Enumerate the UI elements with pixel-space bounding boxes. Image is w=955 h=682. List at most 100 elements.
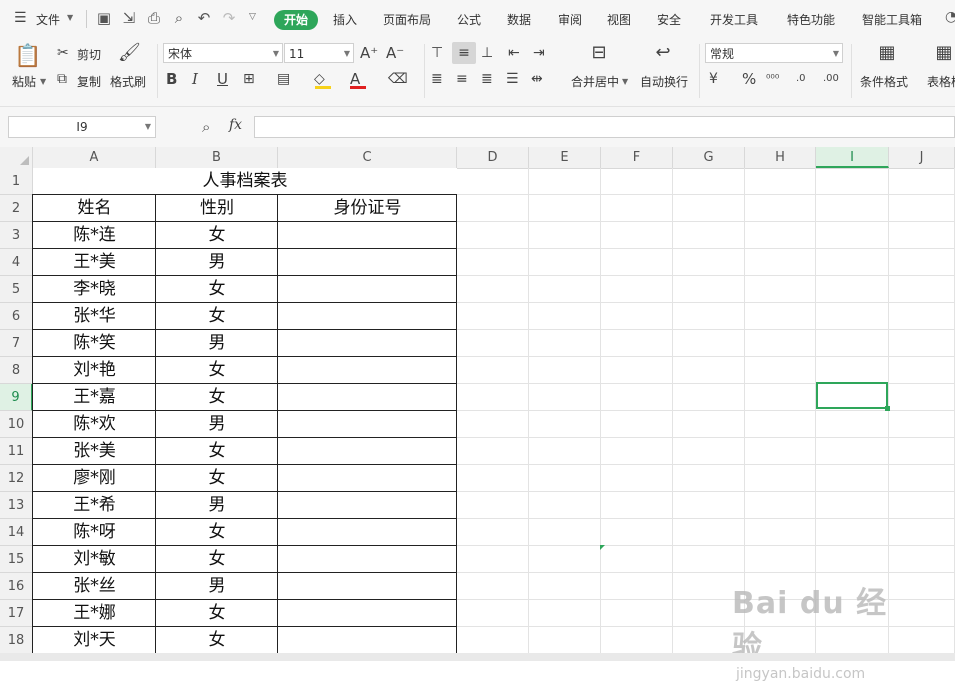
gender-cell[interactable]: 女 [156,222,278,249]
paste-dropdown-icon[interactable]: ▼ [40,77,46,86]
scissors-icon[interactable]: ✂ [57,44,69,62]
column-header-F[interactable]: F [601,147,673,168]
name-cell[interactable]: 王*美 [33,249,156,276]
align-right-icon[interactable]: ≣ [481,70,493,88]
tab-special-features[interactable]: 特色功能 [787,11,835,28]
id-number-cell[interactable] [278,411,457,438]
name-box[interactable]: I9 ▼ [8,116,156,138]
file-menu[interactable]: 文件 [36,11,60,28]
bold-button[interactable]: B [166,70,177,88]
merge-center-icon[interactable]: ⊟ [588,44,610,66]
fill-handle[interactable] [885,406,890,411]
row-header-18[interactable]: 18 [0,627,33,654]
font-size-select[interactable]: 11 ▼ [284,43,354,63]
fill-pattern-icon[interactable]: ▤ [277,70,290,88]
id-number-cell[interactable] [278,438,457,465]
format-painter-button[interactable]: 格式刷 [110,73,146,90]
id-number-cell[interactable] [278,384,457,411]
name-cell[interactable]: 李*晓 [33,276,156,303]
font-name-select[interactable]: 宋体 ▼ [163,43,283,63]
active-cell-I9[interactable] [816,382,888,409]
row-header-9[interactable]: 9 [0,384,33,411]
function-icon[interactable]: fx [229,117,242,133]
gender-cell[interactable]: 男 [156,249,278,276]
conditional-format-button[interactable]: 条件格式 [860,73,908,90]
gender-cell[interactable]: 女 [156,303,278,330]
id-number-cell[interactable] [278,546,457,573]
name-cell[interactable]: 王*希 [33,492,156,519]
column-header-G[interactable]: G [673,147,745,168]
id-number-cell[interactable] [278,303,457,330]
gender-cell[interactable]: 女 [156,384,278,411]
gender-cell[interactable]: 女 [156,357,278,384]
export-icon[interactable]: ⇲ [120,9,138,27]
name-cell[interactable]: 陈*呀 [33,519,156,546]
redo-icon[interactable]: ↷ [220,9,238,27]
row-header-16[interactable]: 16 [0,573,33,600]
column-header-D[interactable]: D [457,147,529,168]
gender-cell[interactable]: 女 [156,627,278,654]
row-header-1[interactable]: 1 [0,168,33,195]
tab-review[interactable]: 审阅 [558,11,582,28]
increase-decimal-icon[interactable]: .0 [796,70,806,88]
row-header-15[interactable]: 15 [0,546,33,573]
number-format-select[interactable]: 常规 ▼ [705,43,843,63]
currency-icon[interactable]: ¥ [709,70,718,88]
id-number-cell[interactable] [278,222,457,249]
gender-cell[interactable]: 女 [156,465,278,492]
id-number-cell[interactable] [278,465,457,492]
gender-cell[interactable]: 女 [156,276,278,303]
id-number-cell[interactable] [278,276,457,303]
increase-indent-icon[interactable]: ⇥ [533,44,545,62]
gender-cell[interactable]: 女 [156,546,278,573]
merge-center-button[interactable]: 合并居中 [571,73,619,90]
underline-button[interactable]: U [217,70,228,88]
gender-cell[interactable]: 男 [156,573,278,600]
table-header-1[interactable]: 性别 [156,195,278,222]
column-header-C[interactable]: C [278,147,457,168]
id-number-cell[interactable] [278,573,457,600]
name-cell[interactable]: 张*美 [33,438,156,465]
wrap-text-icon[interactable]: ↩ [652,44,674,66]
name-cell[interactable]: 张*丝 [33,573,156,600]
name-cell[interactable]: 王*嘉 [33,384,156,411]
table-style-icon[interactable]: ▦ [933,44,955,66]
percent-button[interactable]: % [742,70,756,88]
id-number-cell[interactable] [278,330,457,357]
format-painter-icon[interactable]: 🖌 [118,44,141,68]
save-icon[interactable]: ▣ [95,9,113,27]
gender-cell[interactable]: 男 [156,330,278,357]
justify-icon[interactable]: ☰ [506,70,519,88]
tab-view[interactable]: 视图 [607,11,631,28]
row-header-4[interactable]: 4 [0,249,33,276]
sheet-title[interactable]: 人事档案表 [33,168,457,195]
tab-formulas[interactable]: 公式 [457,11,481,28]
gender-cell[interactable]: 女 [156,438,278,465]
align-center-icon[interactable]: ≡ [456,70,468,88]
paste-icon[interactable]: 📋 [14,44,42,70]
row-header-11[interactable]: 11 [0,438,33,465]
wrap-text-button[interactable]: 自动换行 [640,73,688,90]
sheet-tab-bar[interactable] [0,653,955,661]
decrease-indent-icon[interactable]: ⇤ [508,44,520,62]
row-header-14[interactable]: 14 [0,519,33,546]
column-header-H[interactable]: H [745,147,816,168]
column-header-A[interactable]: A [33,147,156,168]
tab-smart-toolbox[interactable]: 智能工具箱 [862,11,922,28]
name-cell[interactable]: 刘*敏 [33,546,156,573]
tab-security[interactable]: 安全 [657,11,681,28]
column-header-B[interactable]: B [156,147,278,168]
hamburger-icon[interactable]: ☰ [14,10,27,26]
table-style-button[interactable]: 表格样 [927,73,955,90]
print-preview-icon[interactable]: ⌕ [170,9,188,27]
tab-data[interactable]: 数据 [507,11,531,28]
name-cell[interactable]: 陈*连 [33,222,156,249]
name-cell[interactable]: 陈*欢 [33,411,156,438]
name-cell[interactable]: 王*娜 [33,600,156,627]
row-header-6[interactable]: 6 [0,303,33,330]
increase-font-icon[interactable]: A⁺ [360,44,378,62]
decrease-font-icon[interactable]: A⁻ [386,44,404,62]
column-header-J[interactable]: J [889,147,955,168]
id-number-cell[interactable] [278,519,457,546]
column-header-E[interactable]: E [529,147,601,168]
